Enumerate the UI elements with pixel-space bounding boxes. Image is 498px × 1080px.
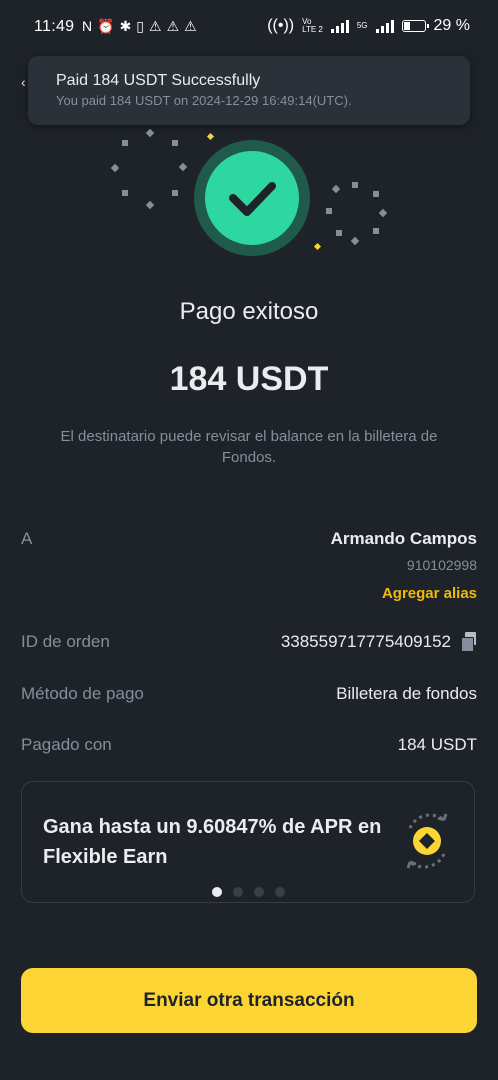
confetti-dot xyxy=(373,228,379,234)
paid-with-value: 184 USDT xyxy=(397,735,477,754)
hotspot-icon: ((•)) xyxy=(267,17,295,34)
warning-icon: ⚠ xyxy=(149,18,162,34)
confetti-dot xyxy=(331,184,341,194)
back-arrow-icon[interactable]: ‹ xyxy=(21,74,26,90)
warning-icon: ⚠ xyxy=(166,18,180,34)
confetti-dot xyxy=(172,190,178,196)
confetti-dot xyxy=(350,236,360,246)
status-bar: 11:49 N ⏰ ✱ ▯ ⚠ ⚠ ⚠ ((•)) Vo LTE 2 5G 29 … xyxy=(0,0,498,56)
toast-subtitle: You paid 184 USDT on 2024-12-29 16:49:14… xyxy=(56,93,352,108)
confetti-dot xyxy=(336,230,342,236)
order-id-label: ID de orden xyxy=(21,632,110,651)
promo-pager xyxy=(22,887,474,897)
promo-text: Gana hasta un 9.60847% de APR en Flexibl… xyxy=(43,816,382,868)
signal-2-icon xyxy=(375,19,394,33)
confetti-dot xyxy=(145,200,155,210)
signal-1-icon xyxy=(330,19,349,33)
pager-dot[interactable] xyxy=(274,887,285,897)
battery-percent: 29 % xyxy=(433,17,470,34)
status-right-icons: ((•)) Vo LTE 2 5G 29 % xyxy=(267,17,470,35)
nfc-icon: N xyxy=(82,18,93,34)
paid-with-label: Pagado con xyxy=(21,735,112,754)
confetti-dot xyxy=(373,191,379,197)
detail-row-recipient: A Armando Campos 910102998 Agregar alias xyxy=(21,529,477,609)
copy-icon[interactable] xyxy=(461,632,477,652)
status-time: 11:49 xyxy=(34,18,75,35)
order-id-value-wrap: 338559717775409152 xyxy=(281,632,477,652)
status-notification-icons: N ⏰ ✱ ▯ ⚠ ⚠ ⚠ xyxy=(82,18,197,35)
payment-amount: 184 USDT xyxy=(169,360,329,398)
confetti-dot xyxy=(145,128,155,138)
order-id-value: 338559717775409152 xyxy=(280,632,451,651)
confetti-dot xyxy=(122,190,128,196)
network-5g-indicator: 5G xyxy=(356,21,368,30)
add-alias-link[interactable]: Agregar alias xyxy=(382,585,477,602)
vibrate-icon: ▯ xyxy=(136,18,145,34)
confetti-dot xyxy=(122,140,128,146)
confetti-dot xyxy=(110,163,120,173)
bluetooth-icon: ✱ xyxy=(119,18,132,34)
confetti-dot xyxy=(206,132,215,141)
success-illustration xyxy=(100,120,400,265)
checkmark-icon xyxy=(229,182,276,216)
detail-row-paid-with: Pagado con 184 USDT xyxy=(21,735,477,759)
flexible-earn-coin-icon xyxy=(406,813,448,869)
pager-dot-active[interactable] xyxy=(211,887,222,897)
promo-banner[interactable]: Gana hasta un 9.60847% de APR en Flexibl… xyxy=(21,781,475,903)
confetti-dot xyxy=(326,208,332,214)
warning-icon: ⚠ xyxy=(184,18,197,34)
pager-dot[interactable] xyxy=(232,887,243,897)
detail-row-order-id: ID de orden 338559717775409152 xyxy=(21,632,477,656)
confetti-dot xyxy=(313,242,322,251)
battery-icon xyxy=(401,20,429,32)
confetti-dot xyxy=(172,140,178,146)
confetti-dot xyxy=(378,208,388,218)
payment-method-value: Billetera de fondos xyxy=(336,684,477,703)
recipient-note: El destinatario puede revisar el balance… xyxy=(60,428,438,466)
recipient-account: 910102998 xyxy=(406,557,477,573)
send-another-transaction-button[interactable]: Enviar otra transacción xyxy=(21,968,477,1033)
pager-dot[interactable] xyxy=(253,887,264,897)
recipient-label: A xyxy=(21,529,33,548)
recipient-name: Armando Campos xyxy=(330,529,477,548)
alarm-icon: ⏰ xyxy=(97,18,115,34)
toast-title: Paid 184 USDT Successfully xyxy=(56,72,261,89)
volte-indicator: Vo LTE 2 xyxy=(302,17,323,34)
page-title: Pago exitoso xyxy=(179,298,319,325)
payment-method-label: Método de pago xyxy=(21,684,144,703)
success-toast[interactable]: Paid 184 USDT Successfully You paid 184 … xyxy=(28,56,470,125)
confetti-dot xyxy=(352,182,358,188)
confetti-dot xyxy=(178,162,188,172)
detail-row-payment-method: Método de pago Billetera de fondos xyxy=(21,684,477,708)
